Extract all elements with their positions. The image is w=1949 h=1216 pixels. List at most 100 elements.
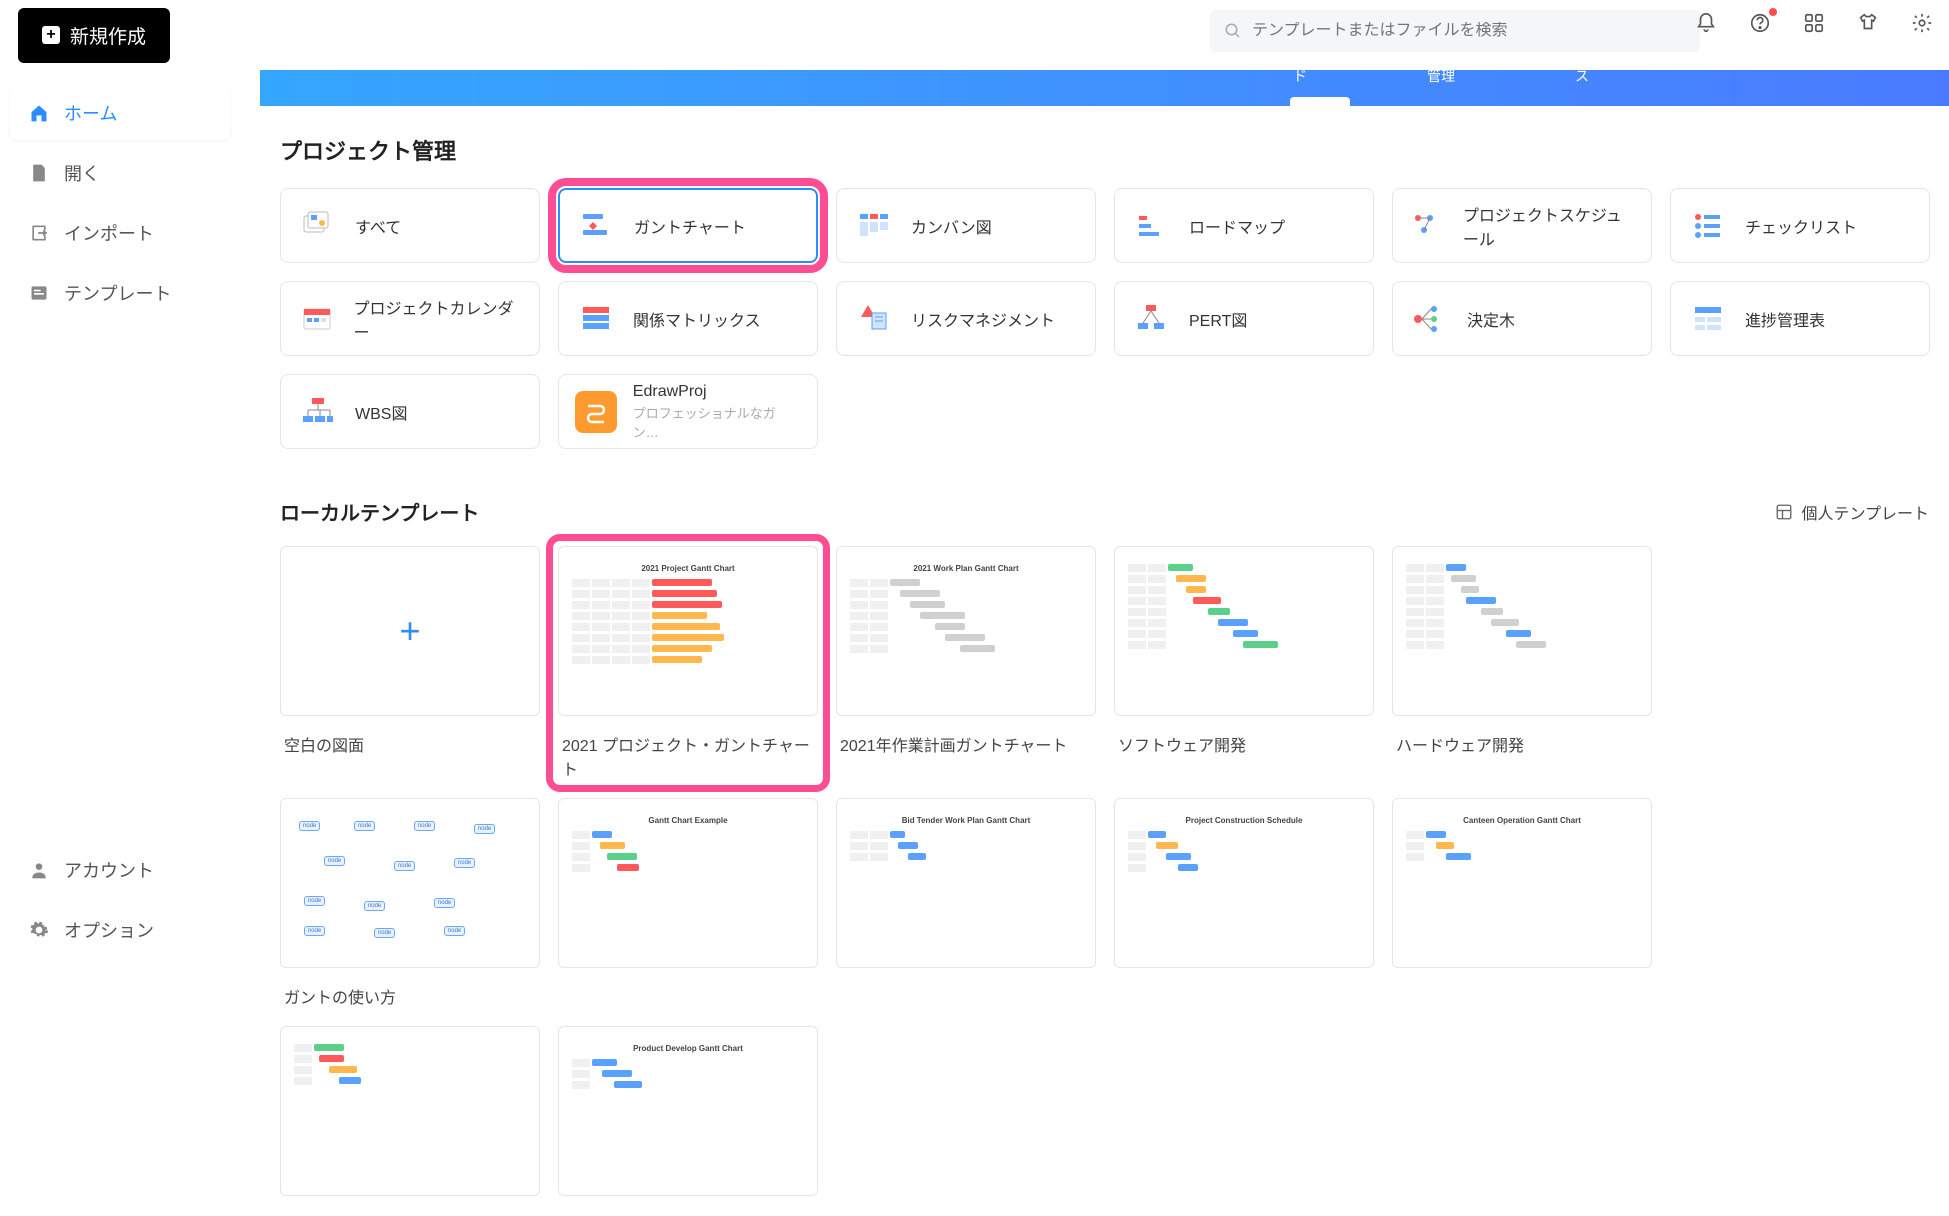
pert-icon [1131,298,1173,340]
template-thumb: node node node node node node node node … [280,798,540,968]
calendar-icon [297,298,337,340]
template-name: 空白の図面 [280,732,540,756]
category-gantt[interactable]: ガントチャート [558,188,818,263]
category-label: PERT図 [1189,307,1247,331]
search-box[interactable] [1210,10,1700,52]
template-blank[interactable]: + 空白の図面 [280,546,540,780]
category-label: カンバン図 [911,214,992,238]
category-risk[interactable]: リスクマネジメント [836,281,1096,356]
schedule-icon [1409,205,1447,247]
category-wbs[interactable]: WBS図 [280,374,540,449]
topbar: + 新規作成 [0,0,1949,70]
category-checklist[interactable]: チェックリスト [1670,188,1930,263]
category-roadmap[interactable]: ロードマップ [1114,188,1374,263]
sidebar-item-label: ホーム [64,100,117,126]
template-name: 2021 プロジェクト・ガントチャート [558,732,818,780]
template-row2-4[interactable]: Canteen Operation Gantt Chart [1392,798,1652,1008]
notification-dot [1769,8,1777,16]
local-templates-title: ローカルテンプレート [280,497,479,526]
template-2021-work-plan[interactable]: 2021 Work Plan Gantt Chart 2021年作業計画ガントチ… [836,546,1096,780]
category-subtitle: プロフェッショナルなガン… [633,403,801,441]
template-name: ハードウェア開発 [1392,732,1652,756]
local-templates-header: ローカルテンプレート 個人テンプレート [260,497,1949,526]
plus-icon: + [399,610,420,652]
category-edrawproj[interactable]: EdrawProj プロフェッショナルなガン… [558,374,818,449]
template-row2-5[interactable] [280,1026,540,1196]
shirt-icon[interactable] [1855,10,1881,36]
category-matrix[interactable]: 関係マトリックス [558,281,818,356]
template-row2-1[interactable]: Gantt Chart Example [558,798,818,1008]
category-kanban[interactable]: カンバン図 [836,188,1096,263]
risk-icon [853,298,895,340]
settings-icon[interactable] [1909,10,1935,36]
search-icon [1224,22,1242,40]
template-row2-2[interactable]: Bid Tender Work Plan Gantt Chart [836,798,1096,1008]
main: ド 管理 ス プロジェクト管理 すべて ガントチャート カンバン [260,70,1949,969]
personal-templates-link[interactable]: 個人テンプレート [1775,500,1929,524]
progress-icon [1687,298,1729,340]
active-tab-notch [1290,97,1350,107]
sidebar-bottom: アカウント オプション [0,837,240,969]
category-decision-tree[interactable]: 決定木 [1392,281,1652,356]
category-text: EdrawProj プロフェッショナルなガン… [633,383,801,441]
personal-templates-label: 個人テンプレート [1801,500,1929,524]
checklist-icon [1687,205,1729,247]
category-all[interactable]: すべて [280,188,540,263]
template-2021-project-gantt[interactable]: 2021 Project Gantt Chart 2021 プロジェクト・ガント… [558,546,818,780]
apps-icon[interactable] [1801,10,1827,36]
category-progress[interactable]: 進捗管理表 [1670,281,1930,356]
template-row2-6[interactable]: Product Develop Gantt Chart [558,1026,818,1196]
template-thumb: + [280,546,540,716]
highlight-gantt: ガントチャート [558,188,818,263]
kanban-icon [853,205,895,247]
banner-tabs: ド 管理 ス [1293,66,1589,86]
template-name: 2021年作業計画ガントチャート [836,732,1096,756]
account-icon [28,859,50,881]
sidebar-item-label: オプション [64,917,154,943]
banner-tab[interactable]: 管理 [1427,66,1455,86]
banner: ド 管理 ス [260,70,1949,106]
sidebar: ホーム 開く インポート テンプレート アカウント オプション [0,80,240,969]
sidebar-item-open[interactable]: 開く [10,146,230,200]
edrawproj-icon [575,391,617,433]
template-thumb: Gantt Chart Example [558,798,818,968]
sidebar-item-account[interactable]: アカウント [10,843,230,897]
template-row2-3[interactable]: Project Construction Schedule [1114,798,1374,1008]
section-title-project-mgmt: プロジェクト管理 [280,134,1949,166]
search-input[interactable] [1252,22,1686,40]
roadmap-icon [1131,205,1173,247]
banner-tab[interactable]: ス [1575,66,1589,86]
template-icon [28,282,50,304]
sidebar-item-options[interactable]: オプション [10,903,230,957]
sidebar-item-label: 開く [64,160,100,186]
bell-icon[interactable] [1693,10,1719,36]
template-thumb: 2021 Work Plan Gantt Chart [836,546,1096,716]
category-label: リスクマネジメント [911,307,1055,331]
sidebar-item-home[interactable]: ホーム [10,86,230,140]
new-button[interactable]: + 新規作成 [18,8,170,63]
sidebar-item-import[interactable]: インポート [10,206,230,260]
template-hardware-dev[interactable]: ハードウェア開発 [1392,546,1652,780]
template-thumb: 2021 Project Gantt Chart [558,546,818,716]
template-thumb: Product Develop Gantt Chart [558,1026,818,1196]
category-calendar[interactable]: プロジェクトカレンダー [280,281,540,356]
category-label: 進捗管理表 [1745,307,1825,331]
template-software-dev[interactable]: ソフトウェア開発 [1114,546,1374,780]
category-label: 関係マトリックス [633,307,761,331]
category-label: ロードマップ [1189,214,1285,238]
category-grid: すべて ガントチャート カンバン図 ロードマップ [260,188,1949,449]
category-label: EdrawProj [633,383,801,401]
sidebar-item-templates[interactable]: テンプレート [10,266,230,320]
matrix-icon [575,298,617,340]
new-button-label: 新規作成 [70,22,146,49]
sidebar-item-label: アカウント [64,857,154,883]
category-pert[interactable]: PERT図 [1114,281,1374,356]
template-gantt-usage[interactable]: node node node node node node node node … [280,798,540,1008]
template-thumb: Project Construction Schedule [1114,798,1374,968]
sidebar-item-label: インポート [64,220,154,246]
template-grid: + 空白の図面 2021 Project Gantt Chart [260,526,1949,1216]
banner-tab[interactable]: ド [1293,66,1307,86]
category-schedule[interactable]: プロジェクトスケジュール [1392,188,1652,263]
home-icon [28,102,50,124]
help-icon[interactable] [1747,10,1773,36]
